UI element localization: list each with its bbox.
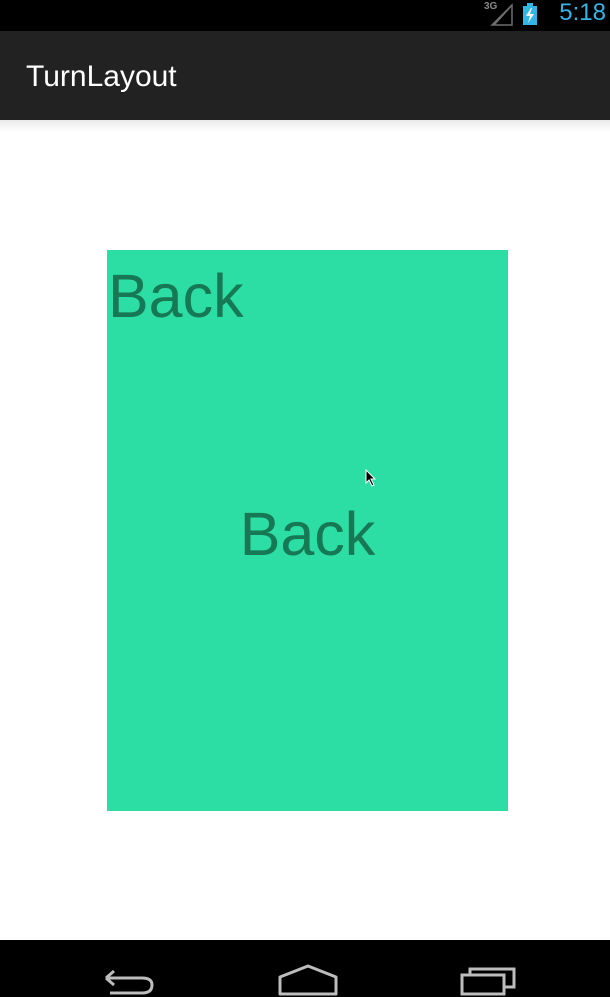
home-button[interactable] (268, 960, 348, 997)
content-area: Back Back (0, 132, 610, 940)
card-center-label: Back (239, 500, 376, 568)
back-icon (105, 969, 154, 995)
navigation-bar (0, 940, 610, 997)
signal-icon (490, 3, 513, 26)
back-button[interactable] (96, 960, 176, 997)
status-clock: 5:18 (559, 0, 606, 26)
status-bar: 3G 5:18 (0, 0, 610, 31)
app-title: TurnLayout (26, 60, 177, 93)
card-corner-label: Back (108, 262, 244, 330)
recent-apps-button[interactable] (452, 960, 532, 997)
recent-apps-icon (460, 967, 516, 996)
action-bar-shadow (0, 120, 610, 132)
home-icon (278, 964, 338, 996)
turn-card[interactable]: Back Back (107, 250, 508, 811)
mouse-cursor-icon (365, 469, 377, 487)
battery-charging-icon (523, 3, 537, 25)
action-bar: TurnLayout (0, 31, 610, 120)
